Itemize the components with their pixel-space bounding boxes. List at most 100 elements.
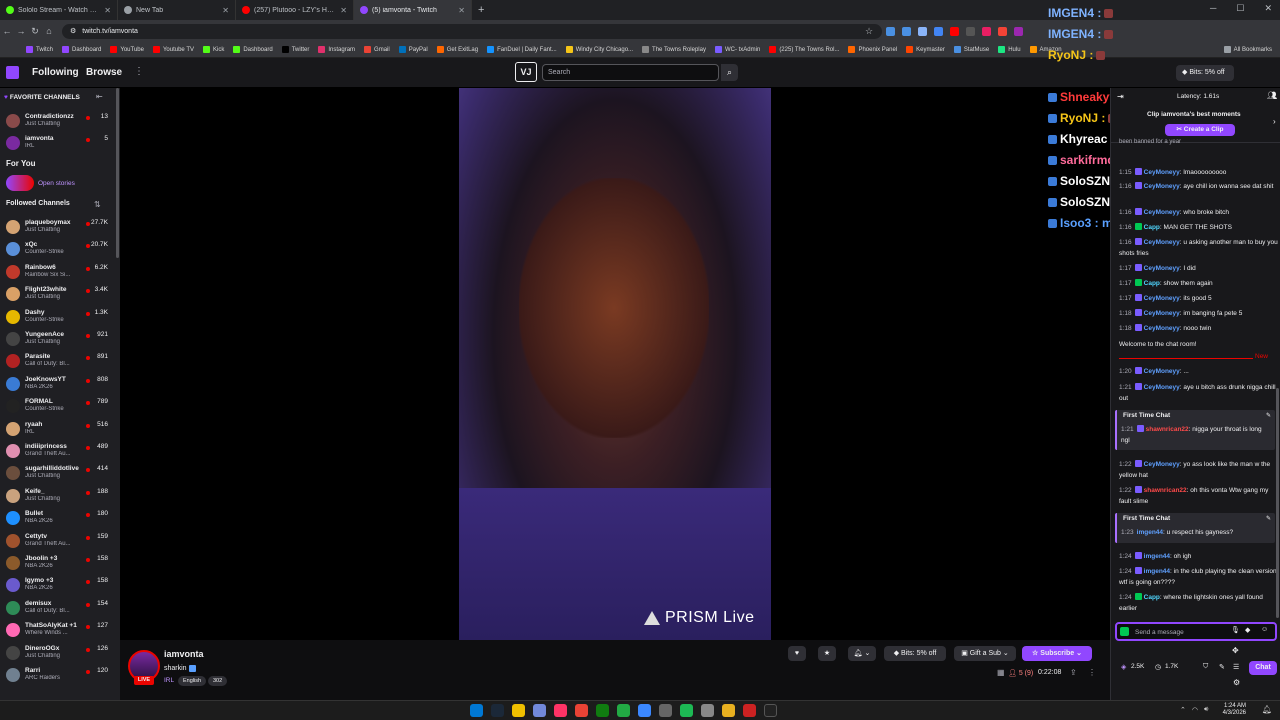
extension-icon[interactable]: [950, 26, 959, 36]
share-icon[interactable]: ⇪: [1070, 668, 1077, 677]
pencil-icon[interactable]: ✎: [1266, 412, 1271, 419]
new-tab-button[interactable]: +: [472, 4, 490, 16]
taskbar-clock[interactable]: 1:24 AM 4/3/2026: [1223, 703, 1246, 717]
close-tab-icon[interactable]: ✕: [104, 6, 111, 15]
bookmark-item[interactable]: Hulu: [998, 46, 1021, 53]
chat-username[interactable]: CeyMoneyy: [1144, 265, 1180, 272]
steam-icon[interactable]: [491, 704, 504, 717]
url-field[interactable]: ⚙ twitch.tv/iamvonta: [62, 23, 882, 39]
extension-icon[interactable]: [998, 26, 1007, 36]
vj-logo[interactable]: VJ: [515, 62, 537, 82]
sidebar-channel[interactable]: Cettytv Grand Theft Au... 159: [0, 532, 116, 554]
subscribe-button[interactable]: ☆ Subscribe ⌄: [1022, 646, 1092, 661]
chat-username[interactable]: shawnrican22: [1144, 487, 1187, 494]
stream-category[interactable]: IRL: [164, 677, 174, 684]
create-clip-button[interactable]: ✂ Create a Clip: [1165, 124, 1235, 136]
chrome-icon[interactable]: [575, 704, 588, 717]
app-icon[interactable]: [554, 704, 567, 717]
forward-icon[interactable]: →: [14, 26, 28, 36]
chat-username[interactable]: CeyMoneyy: [1144, 384, 1180, 391]
bookmark-item[interactable]: Gmail: [364, 46, 390, 53]
expand-icon[interactable]: ✥: [1232, 646, 1239, 655]
channel-points-value[interactable]: 2.5K: [1131, 663, 1144, 670]
extension-icon[interactable]: [966, 26, 975, 36]
bookmark-item[interactable]: YouTube: [110, 46, 144, 53]
tag-english[interactable]: English: [178, 676, 207, 686]
bookmark-item[interactable]: Dashboard: [233, 46, 273, 53]
browser-tab[interactable]: New Tab ✕: [118, 0, 236, 20]
sidebar-channel[interactable]: Igymo +3 NBA 2K26 158: [0, 576, 116, 598]
sidebar-channel[interactable]: plaqueboymax Just Chatting 27.7K: [0, 218, 116, 240]
extension-icon[interactable]: [886, 26, 895, 36]
bookmark-item[interactable]: Twitter: [281, 46, 309, 53]
sidebar-channel[interactable]: JoeKnowsYT NBA 2K26 808: [0, 375, 116, 397]
bookmark-item[interactable]: Kick: [202, 46, 224, 53]
site-info-icon[interactable]: ⚙: [70, 27, 76, 35]
pen-icon[interactable]: ✎: [1219, 663, 1225, 671]
sidebar-channel[interactable]: iamvonta IRL 5: [0, 134, 116, 156]
more-options-icon[interactable]: ⋮: [134, 66, 144, 77]
chat-username[interactable]: imgen44: [1144, 568, 1170, 575]
emote-icon[interactable]: ☺: [1261, 626, 1268, 633]
chat-username[interactable]: shawnrican22: [1146, 426, 1189, 433]
app-icon[interactable]: [638, 704, 651, 717]
browser-tab[interactable]: Sololo Stream - Watch Live on Ki... ✕: [0, 0, 118, 20]
wifi-icon[interactable]: ◠: [1192, 706, 1198, 714]
notification-bell-icon[interactable]: 🔔︎: [1262, 705, 1272, 714]
app-icon[interactable]: [701, 704, 714, 717]
close-icon[interactable]: ✕: [1264, 3, 1272, 14]
twitch-logo-icon[interactable]: [6, 66, 19, 79]
open-stories-button[interactable]: Open stories: [6, 175, 75, 191]
minimize-icon[interactable]: ─: [1210, 3, 1216, 14]
chat-username[interactable]: Capp: [1144, 280, 1160, 287]
extension-icon[interactable]: [982, 26, 991, 36]
chat-username[interactable]: CeyMoneyy: [1144, 461, 1180, 468]
file-explorer-icon[interactable]: [512, 704, 525, 717]
discord-icon[interactable]: [533, 704, 546, 717]
chat-input-box[interactable]: 🎙︎ ◆ ☺: [1115, 622, 1277, 641]
app-icon[interactable]: [659, 704, 672, 717]
channel-points-icon[interactable]: ◈: [1121, 663, 1126, 671]
chat-username[interactable]: CeyMoneyy: [1144, 368, 1180, 375]
sidebar-channel[interactable]: DineroOGx Just Chatting 126: [0, 644, 116, 666]
reload-icon[interactable]: ↻: [28, 26, 42, 37]
bookmark-item[interactable]: WC- txAdmin: [714, 46, 760, 53]
sidebar-channel[interactable]: Bullet NBA 2K26 180: [0, 509, 116, 531]
extension-icon[interactable]: [934, 26, 943, 36]
sidebar-channel[interactable]: Rarri ARC Raiders 120: [0, 666, 116, 688]
sidebar-channel[interactable]: Parasite Call of Duty: Bl... 891: [0, 352, 116, 374]
bookmark-item[interactable]: Get ExitLag: [436, 46, 478, 53]
sidebar-channel[interactable]: indiiiprincess Grand Theft Au... 489: [0, 442, 116, 464]
sidebar-channel[interactable]: Rainbow6 Rainbow Six Si... 6.2K: [0, 263, 116, 285]
bookmark-item[interactable]: Instagram: [318, 46, 355, 53]
bookmark-item[interactable]: Youtube TV: [152, 46, 194, 53]
nav-following[interactable]: Following: [32, 67, 79, 78]
list-icon[interactable]: ☰: [1233, 663, 1239, 671]
sidebar-channel[interactable]: Flight23white Just Chatting 3.4K: [0, 285, 116, 307]
more-options-icon[interactable]: ⋮: [1088, 668, 1096, 677]
sidebar-channel[interactable]: demisux Call of Duty: Bl... 154: [0, 599, 116, 621]
sidebar-channel[interactable]: Contradictionzz Just Chatting 13: [0, 112, 116, 134]
close-tab-icon[interactable]: ✕: [222, 6, 229, 15]
chat-username[interactable]: CeyMoneyy: [1144, 310, 1180, 317]
sidebar-channel[interactable]: Keife_ Just Chatting 188: [0, 487, 116, 509]
close-tab-icon[interactable]: ✕: [458, 6, 465, 15]
chat-username[interactable]: imgen44: [1144, 553, 1170, 560]
extension-icon[interactable]: [1014, 26, 1023, 36]
stream-video-frame[interactable]: [459, 88, 771, 640]
bits-icon[interactable]: ◆: [1245, 626, 1250, 634]
shield-icon[interactable]: ⛉: [1203, 663, 1208, 671]
channel-points-secondary[interactable]: 1.7K: [1165, 663, 1178, 670]
search-input[interactable]: Search: [542, 64, 719, 81]
sort-icon[interactable]: ⇅: [94, 200, 101, 209]
follow-heart-button[interactable]: ♥: [788, 646, 806, 661]
sidebar-channel[interactable]: ryaah IRL 516: [0, 420, 116, 442]
bookmark-item[interactable]: Keymaster: [906, 46, 945, 53]
sidebar-channel[interactable]: xQc Counter-Strike 20.7K: [0, 240, 116, 262]
gift-sub-button[interactable]: ▣ Gift a Sub ⌄: [954, 646, 1016, 661]
spotify-icon[interactable]: [680, 704, 693, 717]
sidebar-channel[interactable]: ThatSoAlyKat +1 Where Winds ... 127: [0, 621, 116, 643]
all-bookmarks[interactable]: All Bookmarks: [1219, 46, 1272, 53]
chevron-up-icon[interactable]: ⌃: [1180, 706, 1186, 714]
home-icon[interactable]: ⌂: [42, 26, 56, 36]
